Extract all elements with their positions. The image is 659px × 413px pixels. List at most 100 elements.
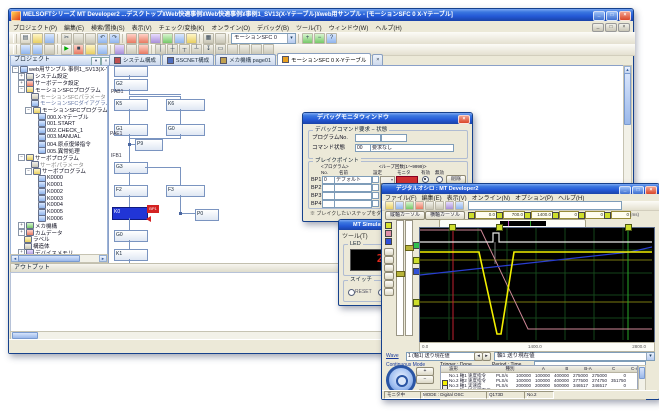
side-cursor-handle-2[interactable] xyxy=(413,299,420,306)
scroll-thumb[interactable] xyxy=(639,367,645,379)
osc-start-icon[interactable] xyxy=(405,201,414,210)
program-no-field-1[interactable] xyxy=(355,134,381,142)
top-cursor-handle-red[interactable] xyxy=(449,224,456,231)
osc-file-path-field[interactable] xyxy=(468,201,622,210)
sfc-step-g0-right[interactable]: G0 xyxy=(166,124,205,136)
tab-system-config[interactable]: システム構成 xyxy=(109,54,161,65)
menu-view[interactable]: 表示(V) xyxy=(132,23,152,32)
tree-item-sfc-002[interactable]: 002.CHECK_1 xyxy=(11,127,107,134)
osc-zoom-in-icon[interactable] xyxy=(425,201,434,210)
sfc-step-k6[interactable]: K6 xyxy=(166,99,205,111)
menu-project[interactable]: プロジェクト(P) xyxy=(13,23,57,32)
menu-edit[interactable]: 編集(E) xyxy=(64,23,84,32)
menu-help[interactable]: ヘルプ(H) xyxy=(375,23,401,32)
grid-icon[interactable]: ▦ xyxy=(203,33,214,44)
sfc-step-f2[interactable]: F2 xyxy=(114,185,148,197)
slider-handle[interactable] xyxy=(396,271,405,277)
device-test-icon[interactable] xyxy=(44,44,55,55)
help-icon[interactable]: ? xyxy=(326,33,337,44)
simulator-menu-tools[interactable]: ツール(T) xyxy=(342,231,368,240)
tree-item-cam-data[interactable]: +カムデータ xyxy=(11,229,107,236)
wave4-color-chip[interactable] xyxy=(385,238,392,245)
sfc-step-k1[interactable]: K1 xyxy=(114,249,148,261)
stop-icon[interactable]: ■ xyxy=(73,44,84,55)
step-icon[interactable] xyxy=(85,44,96,55)
tab-sscnet-config[interactable]: SSCNET構成 xyxy=(162,54,214,65)
sfc-step-g3[interactable]: G3 xyxy=(114,162,148,174)
tab-motion-sfc[interactable]: モーションSFC 0 X-Yテーブル xyxy=(277,53,371,65)
osc-mini-button-4[interactable] xyxy=(384,272,394,280)
paste-icon[interactable] xyxy=(85,33,96,44)
undo-icon[interactable]: ↶ xyxy=(97,33,108,44)
redo-icon[interactable]: ↷ xyxy=(109,33,120,44)
osc-zoom-y-button[interactable]: − xyxy=(416,375,434,384)
sfc-jump-p0[interactable]: P0 xyxy=(195,209,219,221)
tree-item-servo-programs[interactable]: −サーボプログラム xyxy=(11,168,107,175)
scroll-right-icon[interactable]: ► xyxy=(99,255,107,262)
menu-online[interactable]: オンライン(O) xyxy=(211,23,250,32)
sfc-step-f3[interactable]: F3 xyxy=(166,185,205,197)
scroll-thumb[interactable] xyxy=(12,332,38,339)
tree-item-k0005[interactable]: K0005 xyxy=(11,209,107,216)
top-cursor-handle-green[interactable] xyxy=(625,224,632,231)
bp1-disable-radio[interactable] xyxy=(436,176,443,183)
osc-setting-icon[interactable] xyxy=(445,201,454,210)
menu-search[interactable]: 検索/置換(S) xyxy=(91,23,125,32)
wave3-color-chip[interactable] xyxy=(385,230,392,237)
menu-check[interactable]: チェック/変換(K) xyxy=(159,23,205,32)
minimize-button[interactable]: _ xyxy=(593,11,605,21)
simulator-icon[interactable] xyxy=(20,44,31,55)
menu-tools[interactable]: ツール(T) xyxy=(296,23,322,32)
cut-icon[interactable]: ✂ xyxy=(61,33,72,44)
convert-icon[interactable] xyxy=(174,33,185,44)
dialog-titlebar[interactable]: デバッグモニタウィンドウ × xyxy=(303,113,472,124)
bp4-checkbox[interactable] xyxy=(372,200,379,207)
bp1-name-field[interactable]: デフォルト xyxy=(334,176,372,184)
osc-cursor-icon[interactable] xyxy=(455,201,464,210)
osc-vslider-1[interactable] xyxy=(396,220,404,336)
bp2-name-field[interactable] xyxy=(334,184,372,192)
reset-radio[interactable] xyxy=(348,289,355,296)
osc-mini-button-5[interactable] xyxy=(384,280,394,288)
bp3-checkbox[interactable] xyxy=(372,192,379,199)
tree-hscrollbar[interactable]: ◄ ► xyxy=(10,254,108,263)
osc-overview-window[interactable] xyxy=(500,221,546,226)
dialog-close-button[interactable]: × xyxy=(458,115,470,124)
tree-item-k0000[interactable]: K0000 xyxy=(11,175,107,182)
osc-save-icon[interactable] xyxy=(395,201,404,210)
tree-item-k0003[interactable]: K0003 xyxy=(11,195,107,202)
project-read-icon[interactable] xyxy=(126,33,137,44)
tree-item-sfc-000[interactable]: 000.X-Yテーブル xyxy=(11,114,107,121)
tab-close-icon[interactable]: × xyxy=(372,54,383,65)
bp4-name-field[interactable] xyxy=(334,200,372,208)
tree-item-label[interactable]: ラベル xyxy=(11,236,107,243)
sfc-step-g0[interactable]: G0 xyxy=(114,230,148,242)
scroll-thumb[interactable] xyxy=(18,255,80,262)
bp3-name-field[interactable] xyxy=(334,192,372,200)
tab-mechanism[interactable]: メカ機構 page01 xyxy=(215,54,276,65)
tree-item-k0004[interactable]: K0004 xyxy=(11,202,107,209)
osc-plot[interactable] xyxy=(419,227,655,343)
bp1-checkbox[interactable] xyxy=(372,176,379,183)
program-no-field-2[interactable] xyxy=(381,134,407,142)
menu-debug[interactable]: デバッグ(B) xyxy=(257,23,289,32)
scroll-thumb[interactable] xyxy=(624,73,631,125)
close-button[interactable]: × xyxy=(619,11,631,21)
copy-icon[interactable] xyxy=(73,33,84,44)
v-cursor-button[interactable]: 縦軸カーソル xyxy=(385,211,425,220)
comment-icon[interactable] xyxy=(215,33,226,44)
osc-zoom-out-icon[interactable] xyxy=(435,201,444,210)
top-cursor-handle-trigger[interactable] xyxy=(496,224,503,231)
maximize-button[interactable]: □ xyxy=(606,11,618,21)
tree-item-k0001[interactable]: K0001 xyxy=(11,182,107,189)
osc-mini-button-1[interactable] xyxy=(384,248,394,256)
osc-open-icon[interactable] xyxy=(385,201,394,210)
sfc-step-k0-selected[interactable]: K0 xyxy=(112,207,148,220)
sfc-step-start[interactable] xyxy=(114,66,148,77)
breakpoint-icon[interactable] xyxy=(97,44,108,55)
side-cursor-handle-1[interactable] xyxy=(413,257,420,264)
monitor-mode-icon[interactable] xyxy=(186,33,197,44)
bp1-enable-radio[interactable] xyxy=(422,176,429,183)
bp2-checkbox[interactable] xyxy=(372,184,379,191)
tree-item-k0002[interactable]: K0002 xyxy=(11,188,107,195)
